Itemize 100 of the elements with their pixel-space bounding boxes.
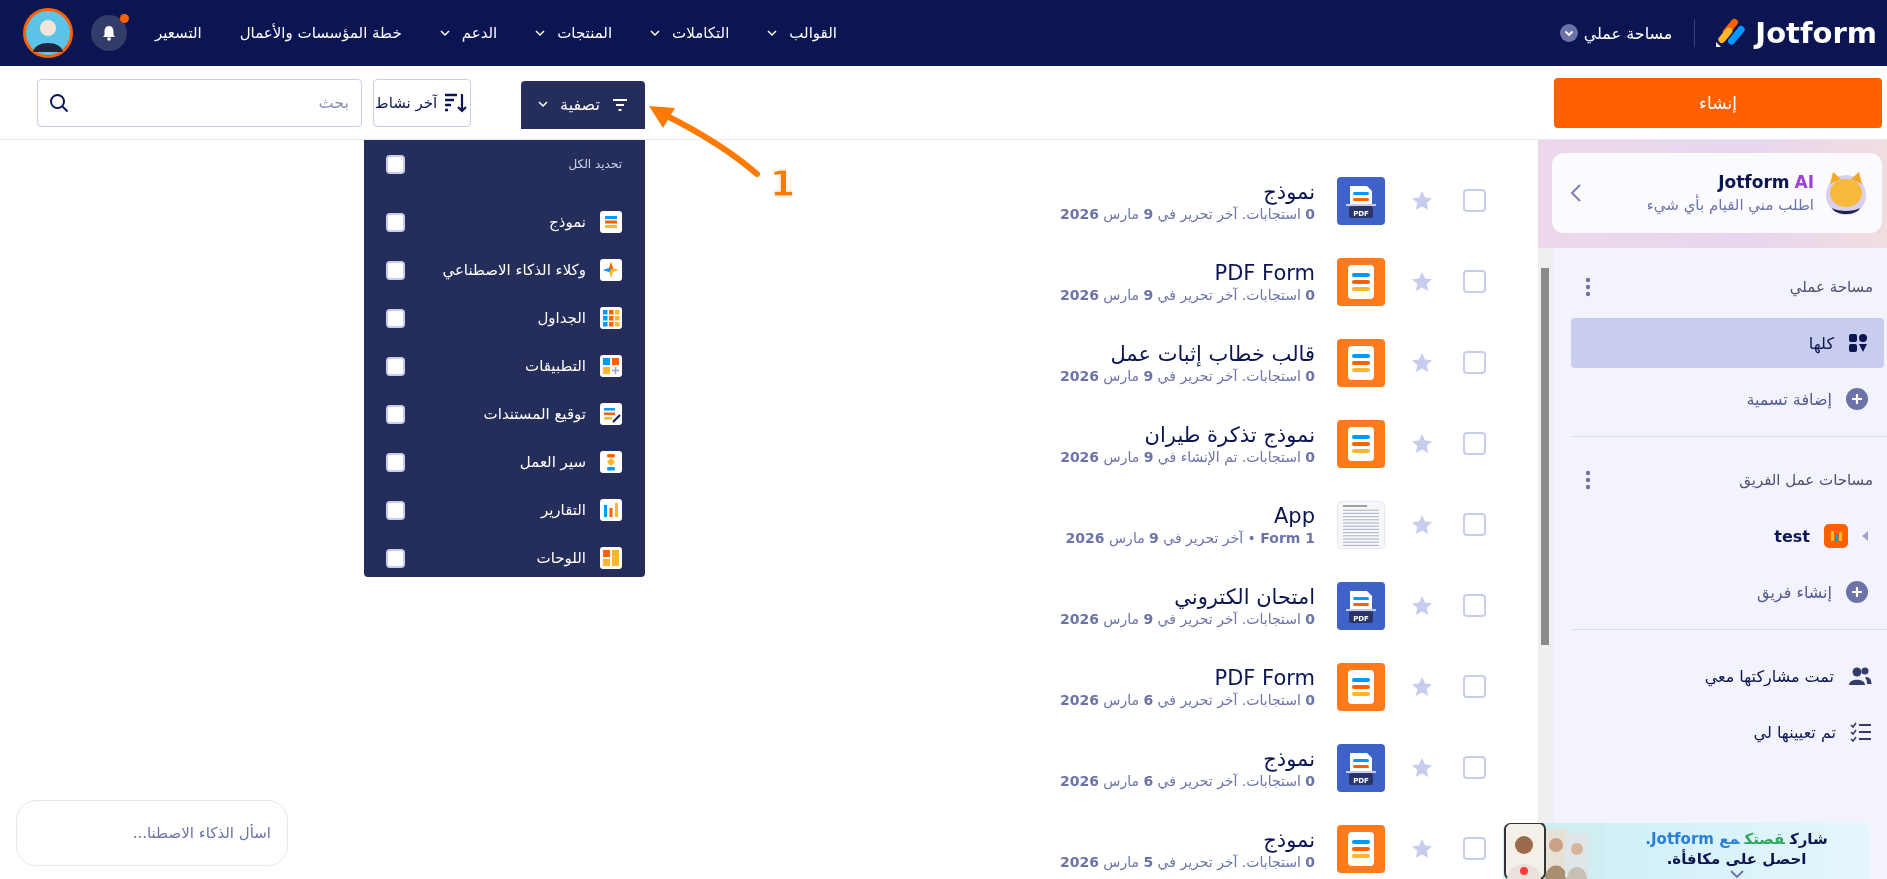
star-icon[interactable] [1411,757,1433,778]
search-field[interactable]: بحث [37,78,362,127]
plus-icon [1846,388,1868,410]
form-title[interactable]: نموذج [1059,178,1315,205]
form-title[interactable]: PDF Form [1059,664,1315,691]
notifications-button[interactable] [91,15,127,51]
form-title[interactable]: PDF Form [1059,259,1315,286]
chevron-down-icon[interactable] [1729,870,1744,878]
menu-item-label[interactable]: توقيع المستندات [483,405,586,423]
more-options-icon[interactable] [1585,277,1591,297]
nav-link[interactable]: التسعير [155,24,202,42]
nav-link[interactable]: خطة المؤسسات والأعمال [239,24,402,42]
menu-item-label[interactable]: الجداول [537,309,586,327]
form-icon [1337,338,1385,387]
app-thumbnail [1337,500,1385,549]
menu-checkbox[interactable] [386,500,405,520]
ai-label: AI [1794,172,1814,192]
form-title[interactable]: نموذج [1059,745,1315,772]
row-checkbox[interactable] [1463,270,1486,293]
chevron-left-icon[interactable] [1570,183,1582,203]
nav-link[interactable]: القوالب [767,24,837,42]
form-title[interactable]: امتحان الكتروني [1059,583,1315,610]
sidebar-item[interactable]: تمت مشاركتها معي [1571,648,1884,704]
menu-checkbox[interactable] [386,452,405,472]
form-title[interactable]: نموذج تذكرة طيران [1060,421,1315,448]
menu-item-label[interactable]: نموذج [549,213,586,231]
sidebar-item[interactable]: إنشاء فريق [1571,567,1884,617]
chevron-down-icon [767,29,778,37]
agent-type-icon [600,259,622,281]
section-heading: مساحات عمل الفريق [1739,471,1873,489]
promo-headline: شارك قصتك مع Jotform. [1645,829,1828,849]
caret-icon[interactable] [1862,531,1868,541]
sidebar-item[interactable]: test [1571,511,1884,561]
row-checkbox[interactable] [1463,513,1486,536]
chevron-down-icon [650,29,661,37]
nav-link[interactable]: التكاملات [650,24,730,42]
row-checkbox[interactable] [1463,594,1486,617]
star-icon[interactable] [1411,433,1433,454]
team-icon [1824,524,1848,548]
star-icon[interactable] [1411,595,1433,616]
board-type-icon [600,547,622,569]
menu-checkbox[interactable] [386,260,405,280]
menu-checkbox[interactable] [386,212,405,232]
form-type-icon [600,211,622,233]
logo-icon[interactable] [1713,16,1748,50]
scrollbar[interactable] [1541,268,1549,645]
menu-checkbox[interactable] [386,356,405,376]
chevron-down-icon [538,101,549,108]
chevron-down-icon [439,29,450,37]
avatar[interactable] [23,8,73,58]
sidebar-item[interactable]: إضافة تسمية [1571,374,1884,424]
star-icon[interactable] [1411,514,1433,535]
menu-checkbox[interactable] [386,548,405,568]
form-icon [1337,662,1385,711]
workflow-type-icon [600,451,622,473]
form-title[interactable]: App [1065,502,1315,529]
menu-item-label[interactable]: التقارير [540,501,586,519]
report-type-icon [600,499,622,521]
select-all-checkbox[interactable] [386,154,405,174]
promo-subline: احصل على مكافأة. [1666,849,1807,869]
row-checkbox[interactable] [1463,432,1486,455]
row-checkbox[interactable] [1463,351,1486,374]
ai-card-title: Jotform [1718,172,1790,192]
menu-item-label[interactable]: اللوحات [536,549,586,567]
sort-button[interactable]: آخر نشاط [373,78,471,127]
form-title[interactable]: قالب خطاب إثبات عمل [1059,340,1315,367]
workspace-menu[interactable]: مساحة عملي [1559,23,1673,43]
nav-link[interactable]: الدعم [439,24,498,42]
row-checkbox[interactable] [1463,837,1486,860]
form-title[interactable]: نموذج [1059,826,1315,853]
menu-checkbox[interactable] [386,308,405,328]
menu-item-label[interactable]: تحديد الكل [568,157,622,171]
users-icon [1848,666,1872,686]
grid-icon [1848,333,1868,353]
nav-link[interactable]: المنتجات [535,24,613,42]
caret-icon [1559,24,1578,42]
sort-icon [443,91,470,114]
star-icon[interactable] [1411,838,1433,859]
step-number: 1 [770,166,796,202]
row-checkbox[interactable] [1463,756,1486,779]
star-icon[interactable] [1411,352,1433,373]
menu-checkbox[interactable] [386,404,405,424]
sidebar-item[interactable]: تم تعيينها لي [1571,704,1884,760]
form-icon [1337,257,1385,306]
menu-item-label[interactable]: التطبيقات [525,357,586,375]
logo-wordmark[interactable]: Jotform [1755,16,1877,50]
promo-banner[interactable]: شارك قصتك مع Jotform. احصل على مكافأة. [1503,823,1870,879]
menu-item-label[interactable]: سير العمل [519,453,586,471]
menu-item-label[interactable]: وكلاء الذكاء الاصطناعي [442,261,586,279]
sidebar-item[interactable]: كلها [1571,318,1884,368]
plus-icon [1846,581,1868,603]
filter-button[interactable]: تصفية [521,80,645,129]
checklist-icon [1850,722,1872,742]
star-icon[interactable] [1411,271,1433,292]
row-checkbox[interactable] [1463,189,1486,212]
search-icon [49,92,69,113]
more-options-icon[interactable] [1585,470,1591,490]
star-icon[interactable] [1411,190,1433,211]
star-icon[interactable] [1411,676,1433,697]
row-checkbox[interactable] [1463,675,1486,698]
